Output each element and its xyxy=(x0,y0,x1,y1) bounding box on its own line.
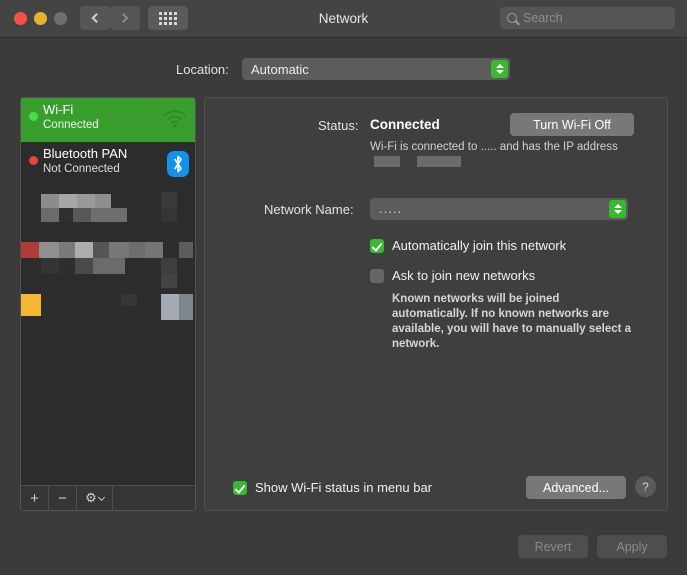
status-description-line2: address xyxy=(577,141,618,153)
redacted-service-entry[interactable] xyxy=(21,192,196,238)
show-wifi-status-label: Show Wi-Fi status in menu bar xyxy=(255,480,432,495)
network-services-list: Wi-Fi Connected Bluetooth PAN Not Connec… xyxy=(21,98,196,486)
auto-join-checkbox-row[interactable]: Automatically join this network xyxy=(370,238,566,253)
network-name-value: ..... xyxy=(379,201,402,216)
remove-service-button[interactable]: − xyxy=(49,486,77,510)
bluetooth-icon xyxy=(167,151,189,177)
turn-wifi-off-button[interactable]: Turn Wi-Fi Off xyxy=(510,113,634,136)
wifi-settings-panel: Status: Connected Turn Wi-Fi Off Wi-Fi i… xyxy=(204,97,668,511)
status-description-line1: Wi-Fi is connected to ..... and has the … xyxy=(370,141,574,153)
location-label: Location: xyxy=(176,62,229,77)
service-actions-button[interactable]: ⚙ xyxy=(77,486,113,510)
sidebar-item-bluetooth-pan[interactable]: Bluetooth PAN Not Connected xyxy=(21,142,196,186)
sidebar-item-wifi[interactable]: Wi-Fi Connected xyxy=(21,98,196,142)
status-value: Connected xyxy=(370,117,440,132)
search-placeholder: Search xyxy=(523,11,563,25)
chevron-down-icon xyxy=(98,493,105,500)
network-preferences-window: Network Search Location: Automatic Wi-Fi… xyxy=(0,0,687,575)
redacted-ip-block xyxy=(417,156,461,167)
status-dot-disconnected-icon xyxy=(29,156,38,165)
advanced-button[interactable]: Advanced... xyxy=(526,476,626,499)
revert-button[interactable]: Revert xyxy=(518,535,588,558)
add-service-button[interactable]: + xyxy=(21,486,49,510)
search-input[interactable]: Search xyxy=(500,7,675,29)
apply-button[interactable]: Apply xyxy=(597,535,667,558)
chevron-updown-icon xyxy=(491,60,508,78)
show-status-checkbox-row[interactable]: Show Wi-Fi status in menu bar xyxy=(233,480,432,495)
redacted-ip-block xyxy=(374,156,400,167)
auto-join-checkbox[interactable] xyxy=(370,239,384,253)
sidebar-toolbar-spacer xyxy=(113,486,196,510)
gear-icon: ⚙ xyxy=(85,490,97,506)
help-button[interactable]: ? xyxy=(635,476,656,497)
ask-join-label: Ask to join new networks xyxy=(392,268,535,283)
status-dot-connected-icon xyxy=(29,112,38,121)
chevron-updown-icon xyxy=(609,200,626,218)
ask-join-checkbox[interactable] xyxy=(370,269,384,283)
location-dropdown[interactable]: Automatic xyxy=(242,58,510,80)
network-name-label: Network Name: xyxy=(264,202,354,217)
status-description: Wi-Fi is connected to ..... and has the … xyxy=(370,140,620,170)
network-services-sidebar: Wi-Fi Connected Bluetooth PAN Not Connec… xyxy=(20,97,196,511)
location-row: Location: Automatic xyxy=(0,56,687,82)
redacted-service-entry[interactable] xyxy=(21,242,196,292)
show-wifi-status-checkbox[interactable] xyxy=(233,481,247,495)
ask-join-checkbox-row[interactable]: Ask to join new networks xyxy=(370,268,535,283)
redacted-service-entry[interactable] xyxy=(21,294,196,334)
wifi-icon xyxy=(163,110,187,128)
network-name-dropdown[interactable]: ..... xyxy=(370,198,628,220)
status-label: Status: xyxy=(318,118,358,133)
window-titlebar: Network Search xyxy=(0,0,687,38)
auto-join-label: Automatically join this network xyxy=(392,238,566,253)
location-value: Automatic xyxy=(251,62,309,77)
search-icon xyxy=(507,13,517,23)
join-hint-text: Known networks will be joined automatica… xyxy=(392,292,632,352)
sidebar-toolbar: + − ⚙ xyxy=(21,485,196,510)
